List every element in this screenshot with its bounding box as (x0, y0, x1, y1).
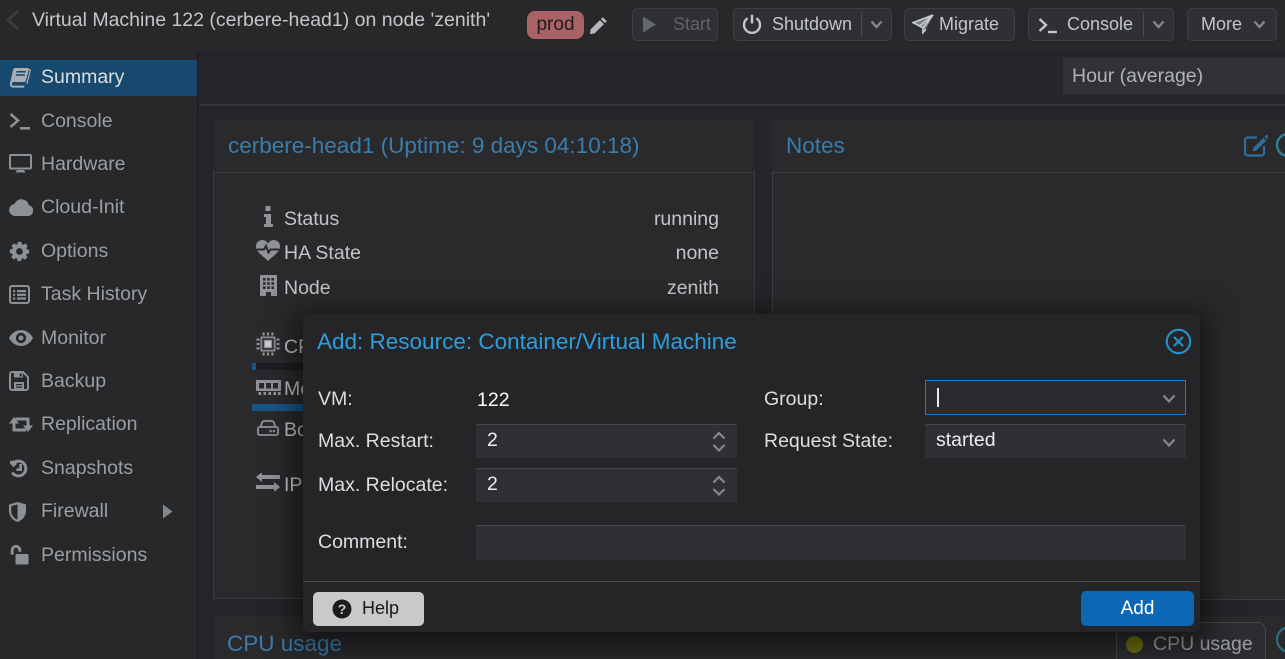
svg-text:?: ? (338, 601, 347, 617)
